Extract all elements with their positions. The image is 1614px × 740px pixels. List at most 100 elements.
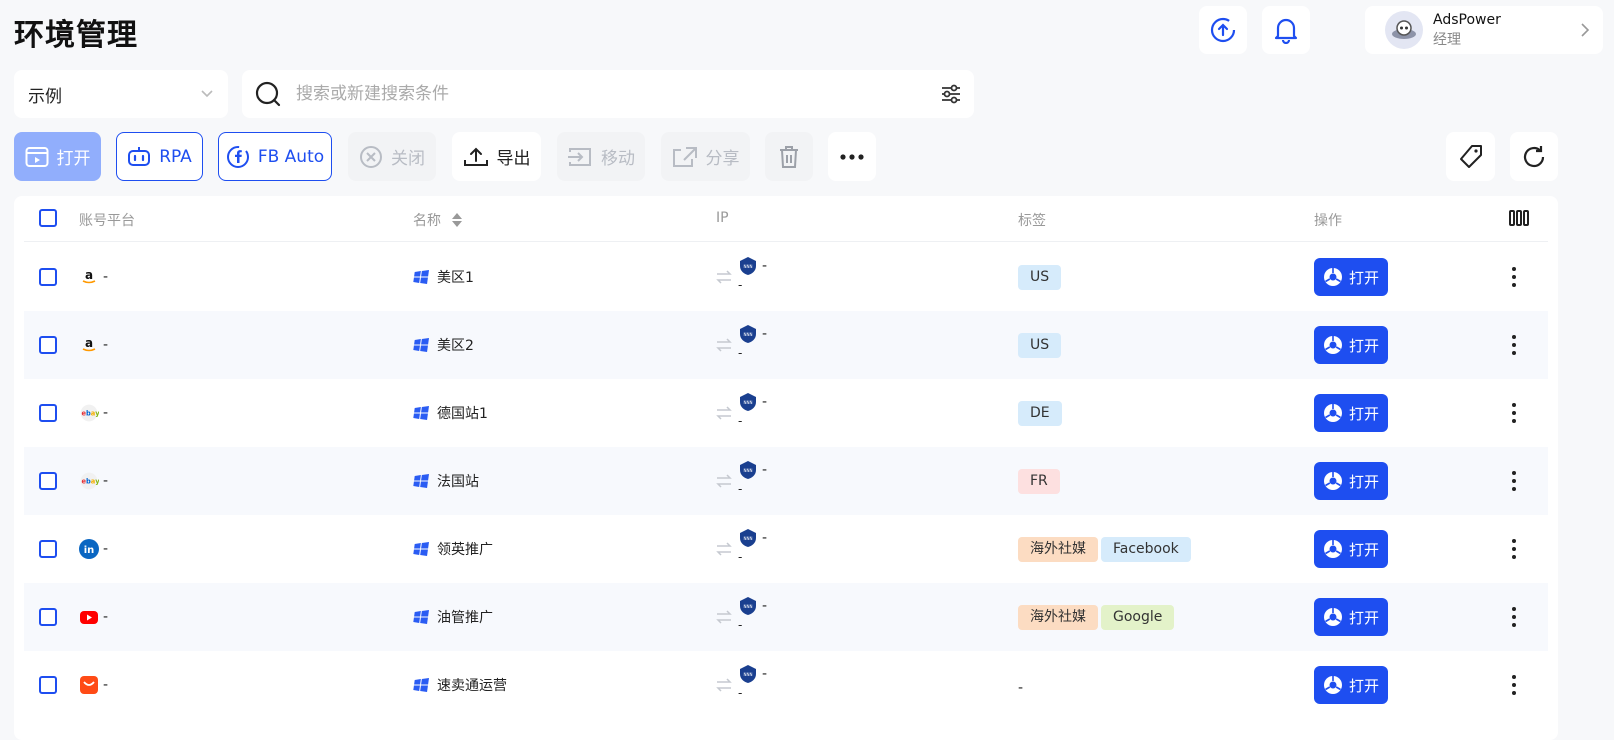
windows-icon <box>413 610 429 624</box>
swap-icon <box>716 338 732 352</box>
row-checkbox[interactable] <box>39 540 57 558</box>
header-ip: IP <box>716 210 729 226</box>
account-name: - <box>103 337 109 353</box>
more-horizontal-icon <box>840 153 864 160</box>
windows-icon <box>413 406 429 420</box>
profile-name: 美区1 <box>437 270 474 286</box>
facebook-sync-icon <box>226 145 249 168</box>
row-checkbox[interactable] <box>39 336 57 354</box>
tag-badge: 海外社媒 <box>1018 604 1098 630</box>
table-row[interactable]: ebay - 德国站1 NNN - - DE <box>24 379 1548 447</box>
ip-location: - <box>738 346 743 360</box>
header-tags: 标签 <box>1018 213 1046 229</box>
row-checkbox[interactable] <box>39 268 57 286</box>
browser-window-icon <box>25 146 48 167</box>
table-row[interactable]: - 速卖通运营 NNN - - - 打开 <box>24 651 1548 719</box>
more-vertical-icon[interactable] <box>1512 471 1516 491</box>
group-select-value: 示例 <box>28 86 62 107</box>
trash-icon <box>780 145 798 168</box>
svg-text:NNN: NNN <box>744 468 753 473</box>
svg-text:NNN: NNN <box>744 400 753 405</box>
row-checkbox[interactable] <box>39 472 57 490</box>
rpa-button[interactable]: RPA <box>116 132 203 181</box>
table-row[interactable]: - 油管推广 NNN - - 海外社媒 Google 打开 <box>24 583 1548 651</box>
chrome-icon <box>1323 336 1342 354</box>
open-profile-button[interactable]: 打开 <box>1314 530 1388 568</box>
svg-text:a: a <box>85 336 93 350</box>
search-bar[interactable] <box>242 70 974 118</box>
header-platform: 账号平台 <box>79 213 135 229</box>
close-circle-icon <box>360 145 382 168</box>
open-profile-button[interactable]: 打开 <box>1314 326 1388 364</box>
table-row[interactable]: in - 领英推广 NNN - - 海外社媒 Facebook 打开 <box>24 515 1548 583</box>
proxy-shield-icon: NNN <box>740 665 756 683</box>
account-name: - <box>103 269 109 285</box>
chevron-down-icon <box>201 90 213 98</box>
open-profile-button[interactable]: 打开 <box>1314 666 1388 704</box>
delete-button[interactable] <box>765 132 813 181</box>
notification-button[interactable] <box>1262 6 1310 54</box>
header-name[interactable]: 名称 <box>413 210 463 230</box>
fb-auto-button-label: FB Auto <box>257 146 325 167</box>
ip-address: - <box>762 258 768 274</box>
sync-button[interactable] <box>1199 6 1247 54</box>
open-profile-button[interactable]: 打开 <box>1314 394 1388 432</box>
column-settings-button[interactable] <box>1509 209 1529 231</box>
close-button-label: 关闭 <box>391 149 425 169</box>
youtube-icon <box>79 607 99 627</box>
fb-auto-button[interactable]: FB Auto <box>218 132 332 181</box>
more-actions-button[interactable] <box>828 132 876 181</box>
export-button[interactable]: 导出 <box>452 132 541 181</box>
sort-icon[interactable] <box>451 212 463 228</box>
select-all-checkbox[interactable] <box>39 209 57 227</box>
row-checkbox[interactable] <box>39 676 57 694</box>
account-name: - <box>103 677 109 693</box>
account-name: - <box>103 609 109 625</box>
ip-location: - <box>738 278 743 292</box>
chrome-icon <box>1323 472 1342 490</box>
more-vertical-icon[interactable] <box>1512 403 1516 423</box>
share-button[interactable]: 分享 <box>661 132 750 181</box>
profile-name: 美区2 <box>437 338 474 354</box>
profiles-table: 账号平台 名称 IP 标签 操作 a - 美区1 NNN - - US 打开 a… <box>14 196 1558 740</box>
more-vertical-icon[interactable] <box>1512 539 1516 559</box>
amazon-icon: a <box>79 335 99 355</box>
account-name: - <box>103 405 109 421</box>
chrome-icon <box>1323 676 1342 694</box>
more-vertical-icon[interactable] <box>1512 267 1516 287</box>
move-button[interactable]: 移动 <box>557 132 645 181</box>
page-title: 环境管理 <box>14 18 138 53</box>
swap-icon <box>716 542 732 556</box>
open-profile-button[interactable]: 打开 <box>1314 258 1388 296</box>
ip-address: - <box>762 326 768 342</box>
open-button[interactable]: 打开 <box>14 132 101 181</box>
open-profile-button[interactable]: 打开 <box>1314 462 1388 500</box>
more-vertical-icon[interactable] <box>1512 335 1516 355</box>
proxy-shield-icon: NNN <box>740 529 756 547</box>
table-row[interactable]: a - 美区2 NNN - - US 打开 <box>24 311 1548 379</box>
table-row[interactable]: a - 美区1 NNN - - US 打开 <box>24 243 1548 311</box>
open-profile-label: 打开 <box>1348 404 1379 423</box>
tag-icon <box>1459 144 1482 168</box>
close-button[interactable]: 关闭 <box>348 132 436 181</box>
refresh-button[interactable] <box>1510 132 1558 181</box>
windows-icon <box>413 270 429 284</box>
user-profile-card[interactable]: AdsPower 经理 <box>1365 6 1603 54</box>
search-icon <box>255 81 281 107</box>
search-input[interactable] <box>296 84 940 104</box>
filter-settings-icon[interactable] <box>940 84 962 104</box>
profile-name: 德国站1 <box>437 406 488 422</box>
row-checkbox[interactable] <box>39 608 57 626</box>
group-select[interactable]: 示例 <box>14 70 228 118</box>
swap-icon <box>716 270 732 284</box>
swap-icon <box>716 678 732 692</box>
avatar <box>1385 11 1423 49</box>
row-checkbox[interactable] <box>39 404 57 422</box>
open-button-label: 打开 <box>56 149 91 169</box>
more-vertical-icon[interactable] <box>1512 607 1516 627</box>
open-profile-button[interactable]: 打开 <box>1314 598 1388 636</box>
tag-badge: Facebook <box>1101 536 1191 562</box>
table-row[interactable]: ebay - 法国站 NNN - - FR <box>24 447 1548 515</box>
tag-button[interactable] <box>1446 132 1495 181</box>
more-vertical-icon[interactable] <box>1512 675 1516 695</box>
